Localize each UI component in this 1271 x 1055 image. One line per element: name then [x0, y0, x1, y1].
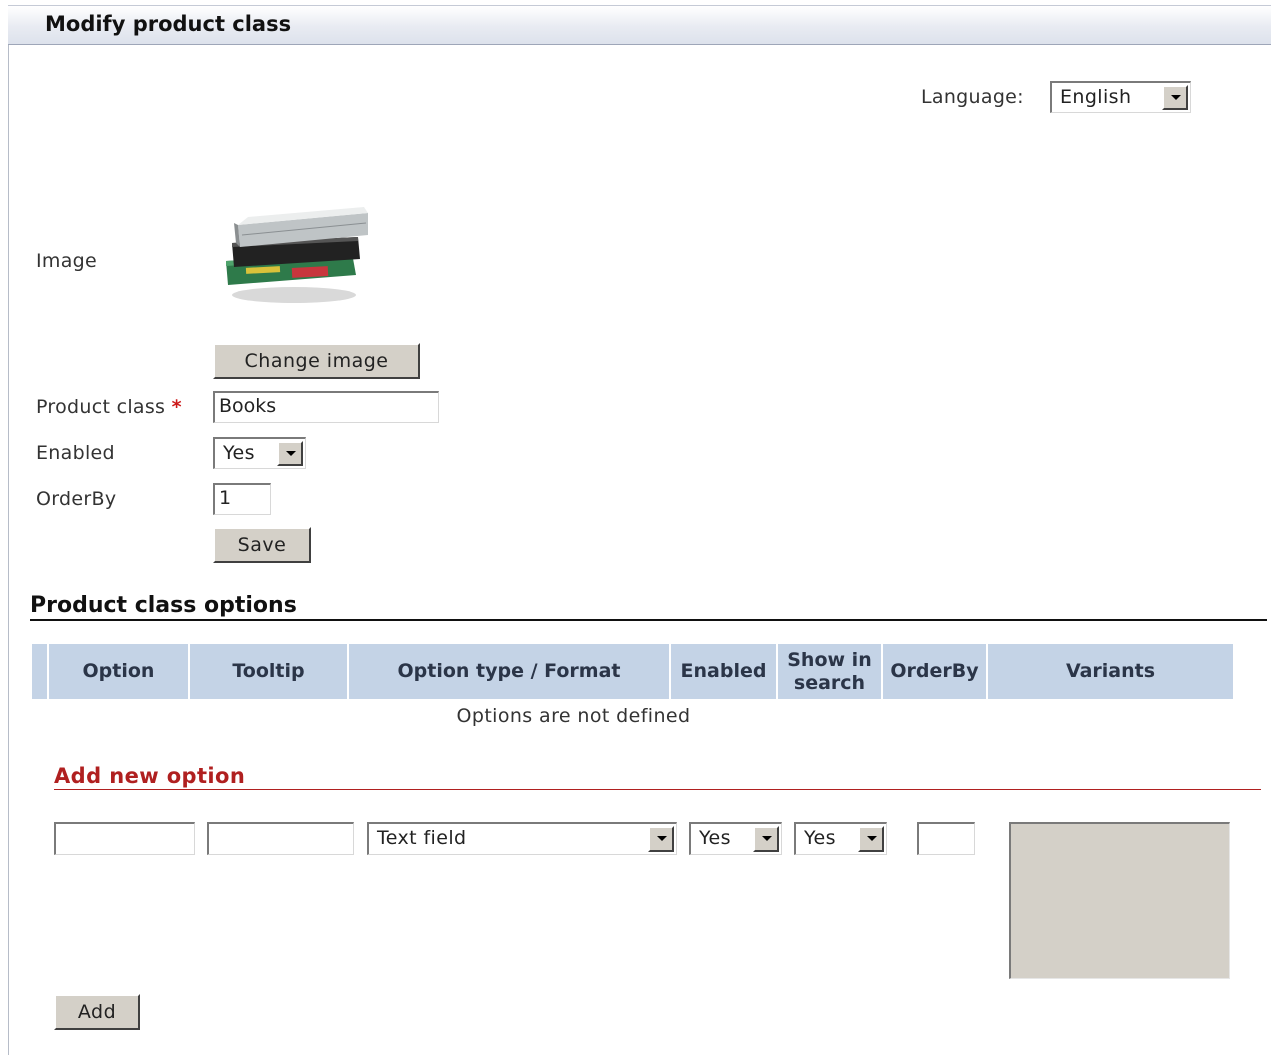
orderby-label: OrderBy: [36, 488, 117, 510]
column-header-option: Option: [49, 644, 188, 699]
language-select-value: English: [1060, 86, 1132, 108]
add-option-divider: [54, 789, 1261, 790]
save-button[interactable]: Save: [213, 527, 311, 563]
required-asterisk: *: [171, 396, 182, 418]
chevron-down-icon: [753, 826, 779, 852]
enabled-label: Enabled: [36, 442, 115, 464]
page-header: Modify product class: [8, 5, 1271, 45]
new-option-tooltip-input[interactable]: [207, 822, 354, 855]
new-option-type-value: Text field: [377, 827, 467, 849]
product-class-input[interactable]: Books: [213, 391, 439, 423]
enabled-select[interactable]: Yes: [213, 437, 306, 469]
new-option-enabled-value: Yes: [699, 827, 731, 849]
column-header-enabled: Enabled: [671, 644, 776, 699]
new-option-name-input[interactable]: [54, 822, 195, 855]
options-section-title: Product class options: [30, 593, 297, 618]
orderby-input[interactable]: 1: [213, 483, 271, 515]
column-header-option-type: Option type / Format: [349, 644, 669, 699]
change-image-button[interactable]: Change image: [213, 343, 420, 379]
column-header-variants: Variants: [988, 644, 1233, 699]
add-option-button[interactable]: Add: [54, 994, 140, 1030]
new-option-show-in-search-value: Yes: [804, 827, 836, 849]
options-divider: [30, 619, 1267, 621]
column-header-tooltip: Tooltip: [190, 644, 347, 699]
chevron-down-icon: [277, 441, 303, 466]
new-option-variants-textarea[interactable]: [1009, 822, 1230, 979]
new-option-type-select[interactable]: Text field: [367, 822, 677, 855]
new-option-enabled-select[interactable]: Yes: [689, 822, 782, 855]
new-option-orderby-input[interactable]: [917, 822, 975, 855]
language-label: Language:: [921, 86, 1024, 108]
books-stack-image: [226, 207, 368, 303]
chevron-down-icon: [1162, 85, 1188, 110]
add-option-title: Add new option: [54, 764, 246, 788]
new-option-show-in-search-select[interactable]: Yes: [794, 822, 887, 855]
chevron-down-icon: [858, 826, 884, 852]
page-title: Modify product class: [45, 12, 292, 36]
chevron-down-icon: [648, 826, 674, 852]
language-select[interactable]: English: [1050, 81, 1191, 113]
column-header-show-in-search: Show in search: [778, 644, 881, 699]
image-label: Image: [36, 250, 98, 272]
empty-options-message: Options are not defined: [456, 705, 691, 727]
product-class-image: [218, 195, 378, 315]
column-header-orderby: OrderBy: [883, 644, 986, 699]
table-header-checkbox-column: [32, 644, 47, 699]
enabled-select-value: Yes: [223, 442, 255, 464]
product-class-label-text: Product class: [36, 396, 166, 418]
product-class-label: Product class *: [36, 396, 182, 418]
